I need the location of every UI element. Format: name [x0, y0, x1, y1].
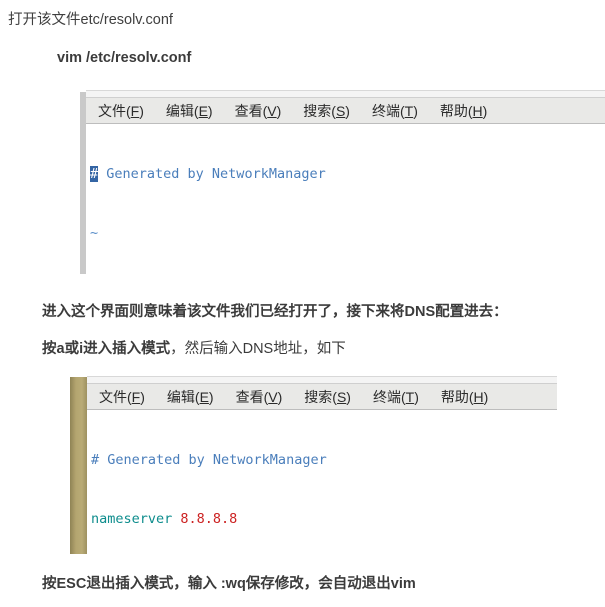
- menu-item-search[interactable]: 搜索(S): [304, 387, 351, 407]
- menu-item-view[interactable]: 查看(V): [236, 387, 283, 407]
- menu-item-help[interactable]: 帮助(H): [441, 387, 488, 407]
- terminal1-menubar: 文件(F) 编辑(E) 查看(V) 搜索(S) 终端(T) 帮助(H): [86, 98, 605, 124]
- menu-item-terminal[interactable]: 终端(T): [373, 387, 419, 407]
- terminal1-text-area[interactable]: # Generated by NetworkManager ~ ~ ~ ~ ~ …: [86, 124, 605, 275]
- menu-item-search[interactable]: 搜索(S): [303, 101, 350, 121]
- terminal1-title-strip: [86, 90, 605, 98]
- vim-empty-line: ~: [90, 224, 99, 241]
- terminal2-menubar: 文件(F) 编辑(E) 查看(V) 搜索(S) 终端(T) 帮助(H): [87, 384, 557, 410]
- terminal2-title-strip: [87, 376, 557, 384]
- terminal2-left-accent-bar: [70, 377, 87, 554]
- menu-item-file[interactable]: 文件(F): [98, 101, 144, 121]
- menu-item-view[interactable]: 查看(V): [235, 101, 282, 121]
- step3-normal-part: ，然后输入DNS地址，如下: [170, 341, 346, 357]
- terminal-window-2: 文件(F) 编辑(E) 查看(V) 搜索(S) 终端(T) 帮助(H) # Ge…: [87, 376, 557, 556]
- menu-item-help[interactable]: 帮助(H): [440, 101, 487, 121]
- menu-item-file[interactable]: 文件(F): [99, 387, 145, 407]
- step3-bold-part: 按a或i进入插入模式: [42, 341, 171, 357]
- vim-line-comment: # Generated by NetworkManager: [90, 166, 326, 182]
- intro-paragraph: 打开该文件etc/resolv.conf: [8, 12, 173, 28]
- vim-cursor-block: #: [90, 166, 99, 182]
- step3-paragraph: 按a或i进入插入模式，然后输入DNS地址，如下: [42, 337, 346, 358]
- terminal2-text-area[interactable]: # Generated by NetworkManager nameserver…: [87, 410, 557, 556]
- menu-item-edit[interactable]: 编辑(E): [166, 101, 213, 121]
- command-text: vim /etc/resolv.conf: [57, 50, 192, 66]
- vim-line-nameserver-1: nameserver 8.8.8.8: [91, 510, 238, 527]
- step2-paragraph: 进入这个界面则意味着该文件我们已经打开了，接下来将DNS配置进去：: [42, 304, 508, 320]
- menu-item-terminal[interactable]: 终端(T): [372, 101, 418, 121]
- step4-paragraph: 按ESC退出插入模式，输入 :wq保存修改，会自动退出vim: [42, 576, 416, 592]
- menu-item-edit[interactable]: 编辑(E): [167, 387, 214, 407]
- terminal-window-1: 文件(F) 编辑(E) 查看(V) 搜索(S) 终端(T) 帮助(H) # Ge…: [86, 90, 605, 275]
- vim-line-comment: # Generated by NetworkManager: [91, 452, 327, 468]
